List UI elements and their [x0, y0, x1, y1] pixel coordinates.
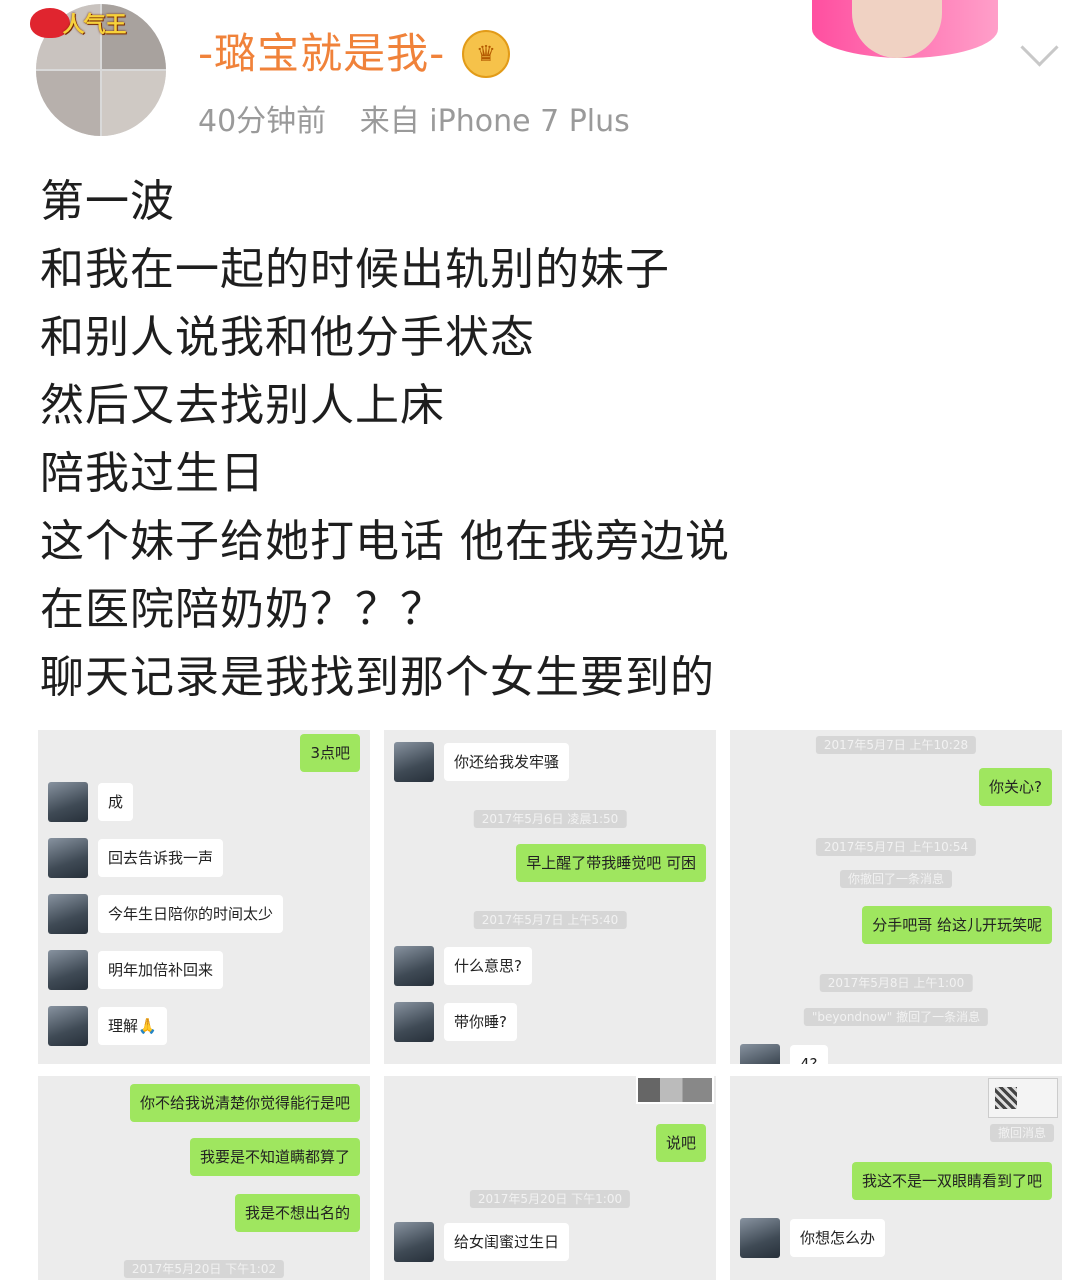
contact-avatar [740, 1218, 780, 1258]
decorative-banner [812, 0, 998, 58]
chat-message-sent: 我是不想出名的 [234, 1194, 362, 1232]
chat-bubble: 早上醒了带我睡觉吧 可困 [516, 844, 706, 882]
post-line: 陪我过生日 [40, 448, 265, 499]
chevron-down-icon[interactable] [1020, 28, 1059, 67]
chat-screenshot-3[interactable]: 2017年5月7日 上午10:28 你关心? 2017年5月7日 上午10:54… [730, 730, 1062, 1064]
chat-bubble: 明年加倍补回来 [98, 951, 224, 989]
chat-screenshot-4[interactable]: 你不给我说清楚你觉得能行是吧 我要是不知道瞒都算了 我是不想出名的 2017年5… [38, 1076, 370, 1280]
chat-message-received: 你还给我发牢骚 [394, 742, 570, 782]
chat-message-sent: 分手吧哥 给这儿开玩笑呢 [862, 906, 1054, 944]
chat-timestamp: 2017年5月7日 上午10:54 [815, 838, 977, 856]
chat-timestamp: 2017年5月20日 下午1:00 [469, 1190, 631, 1208]
contact-avatar [48, 1006, 88, 1046]
chat-bubble: 我要是不知道瞒都算了 [189, 1138, 360, 1176]
contact-avatar [48, 782, 88, 822]
post-line: 然后又去找别人上床 [40, 380, 445, 431]
vip-crown-icon[interactable]: ♛ [462, 30, 510, 78]
chat-message-sent: 你不给我说清楚你觉得能行是吧 [129, 1084, 362, 1122]
chat-bubble: 4? [790, 1045, 828, 1064]
image-thumbnail [988, 1078, 1058, 1118]
chat-message-received: 成 [48, 782, 134, 822]
avatar-photo-3 [36, 71, 100, 136]
chat-bubble: 什么意思? [444, 947, 532, 985]
chat-bubble: 理解🙏 [98, 1007, 167, 1045]
chat-bubble: 分手吧哥 给这儿开玩笑呢 [862, 906, 1052, 944]
qr-code-icon [995, 1087, 1017, 1109]
chat-message-received: 什么意思? [394, 946, 532, 986]
image-thumbnail [636, 1076, 714, 1104]
chat-bubble: 回去告诉我一声 [98, 839, 224, 877]
chat-bubble: 我这不是一双眼睛看到了吧 [851, 1162, 1052, 1200]
contact-avatar [394, 742, 434, 782]
contact-avatar [394, 1002, 434, 1042]
chat-bubble: 我是不想出名的 [234, 1194, 360, 1232]
chat-bubble: 给女闺蜜过生日 [444, 1223, 570, 1261]
post-line: 和别人说我和他分手状态 [40, 312, 535, 363]
contact-avatar [740, 1044, 780, 1064]
chat-timestamp: 2017年5月8日 上午1:00 [819, 974, 973, 992]
chat-message-sent: 说吧 [655, 1124, 708, 1162]
chat-screenshot-2[interactable]: 你还给我发牢骚 2017年5月6日 凌晨1:50 早上醒了带我睡觉吧 可困 20… [384, 730, 716, 1064]
chat-timestamp: 2017年5月20日 下午1:02 [123, 1260, 285, 1278]
chat-message-received: 明年加倍补回来 [48, 950, 224, 990]
chat-timestamp: 2017年5月6日 凌晨1:50 [473, 810, 627, 828]
chat-message-sent: 早上醒了带我睡觉吧 可困 [516, 844, 708, 882]
post-body: 第一波 和我在一起的时候出轨别的妹子 和别人说我和他分手状态 然后又去找别人上床… [40, 168, 1040, 712]
post-line: 这个妹子给她打电话 他在我旁边说 [40, 516, 730, 567]
chat-screenshot-6[interactable]: 撤回消息 我这不是一双眼睛看到了吧 你想怎么办 [730, 1076, 1062, 1280]
username[interactable]: -璐宝就是我- [198, 20, 445, 81]
contact-avatar [48, 838, 88, 878]
recall-notice: 撤回消息 [989, 1124, 1054, 1142]
chat-message-received: 给女闺蜜过生日 [394, 1222, 570, 1262]
image-grid: 3点吧 成 回去告诉我一声 今年生日陪你的时间太少 明年加倍补回来 理解🙏 你还… [38, 730, 1062, 1280]
chat-screenshot-1[interactable]: 3点吧 成 回去告诉我一声 今年生日陪你的时间太少 明年加倍补回来 理解🙏 [38, 730, 370, 1064]
chat-bubble: 今年生日陪你的时间太少 [98, 895, 284, 933]
contact-avatar [394, 1222, 434, 1262]
chat-bubble: 你想怎么办 [790, 1219, 886, 1257]
contact-avatar [48, 950, 88, 990]
chat-message-sent: 我要是不知道瞒都算了 [189, 1138, 362, 1176]
chat-timestamp: 2017年5月7日 上午10:28 [815, 736, 977, 754]
chat-bubble: 3点吧 [300, 734, 360, 772]
chat-message-received: 今年生日陪你的时间太少 [48, 894, 284, 934]
chat-message-received: 你想怎么办 [740, 1218, 886, 1258]
chat-bubble: 你还给我发牢骚 [444, 743, 570, 781]
contact-avatar [394, 946, 434, 986]
chat-message-received: 带你睡? [394, 1002, 517, 1042]
chat-bubble: 你不给我说清楚你觉得能行是吧 [129, 1084, 360, 1122]
post-header: 人气王 -璐宝就是我- ♛ 40分钟前 来自 iPhone 7 Plus [0, 0, 1073, 150]
avatar-photo-4 [102, 71, 166, 136]
post-line: 第一波 [40, 176, 175, 227]
chat-bubble: 带你睡? [444, 1003, 517, 1041]
chat-message-received: 理解🙏 [48, 1006, 167, 1046]
chat-message-received: 4? [740, 1044, 828, 1064]
chat-bubble: 说吧 [655, 1124, 706, 1162]
chat-bubble: 成 [98, 783, 134, 821]
recall-notice: "beyondnow" 撤回了一条消息 [803, 1008, 989, 1026]
chat-message-sent: 我这不是一双眼睛看到了吧 [851, 1162, 1054, 1200]
chat-screenshot-5[interactable]: 说吧 2017年5月20日 下午1:00 给女闺蜜过生日 [384, 1076, 716, 1280]
chat-message-sent: 你关心? [979, 768, 1054, 806]
post-source: 来自 iPhone 7 Plus [359, 104, 630, 139]
chat-bubble: 你关心? [979, 768, 1052, 806]
post-time: 40分钟前 [198, 104, 327, 139]
banner-photo [852, 0, 942, 58]
recall-notice: 你撤回了一条消息 [839, 870, 953, 888]
contact-avatar [48, 894, 88, 934]
chat-timestamp: 2017年5月7日 上午5:40 [473, 911, 627, 929]
post-line: 和我在一起的时候出轨别的妹子 [40, 244, 670, 295]
badge-label: 人气王 [62, 13, 126, 38]
chat-message-sent: 3点吧 [300, 734, 362, 772]
chat-message-received: 回去告诉我一声 [48, 838, 224, 878]
post-meta: 40分钟前 来自 iPhone 7 Plus [198, 96, 630, 140]
post-line: 聊天记录是我找到那个女生要到的 [40, 652, 715, 703]
popularity-badge: 人气王 [30, 0, 158, 46]
post-line: 在医院陪奶奶？？？ [40, 584, 445, 635]
